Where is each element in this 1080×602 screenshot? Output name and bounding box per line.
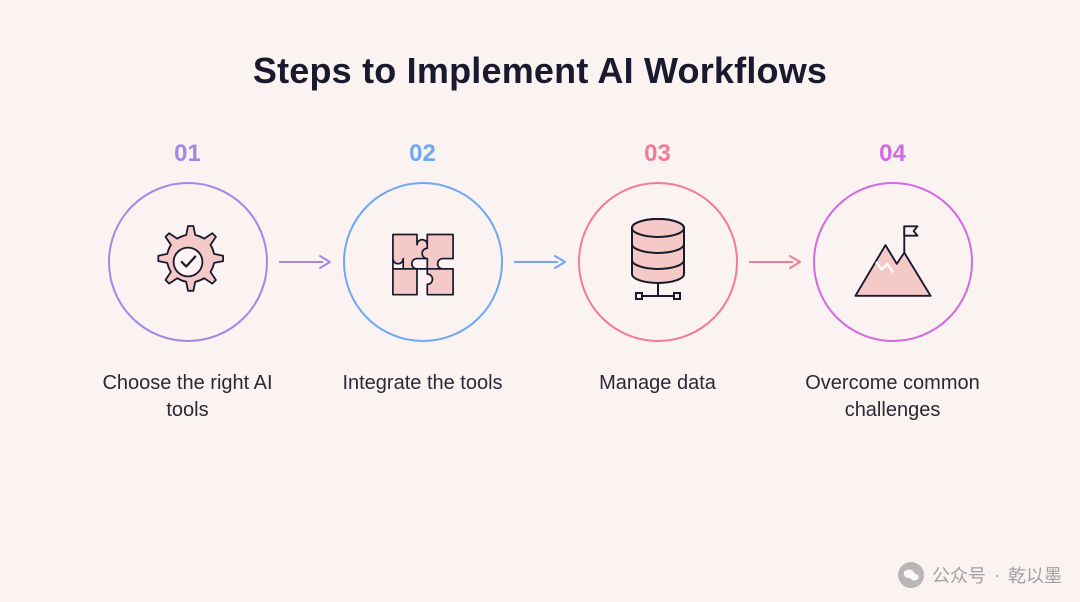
mountain-flag-icon	[846, 215, 940, 309]
watermark-name: 乾以墨	[1008, 562, 1062, 588]
step-number: 02	[409, 140, 436, 168]
wechat-icon	[898, 562, 924, 588]
step-number: 04	[879, 140, 906, 168]
watermark-sep: ·	[994, 565, 1000, 586]
puzzle-icon	[380, 219, 466, 305]
watermark-prefix: 公众号	[932, 562, 986, 588]
step-2: 02 Integrate the tools	[333, 140, 513, 397]
step-4: 04 Overcome common challenges	[803, 140, 983, 424]
step-circle	[108, 182, 268, 342]
step-circle	[578, 182, 738, 342]
step-3: 03	[568, 140, 748, 397]
step-number: 01	[174, 140, 201, 168]
step-number: 03	[644, 140, 671, 168]
step-label: Choose the right AI tools	[93, 370, 283, 424]
step-label: Integrate the tools	[328, 370, 518, 397]
watermark: 公众号 · 乾以墨	[898, 562, 1062, 588]
step-label: Overcome common challenges	[798, 370, 988, 424]
step-circle	[343, 182, 503, 342]
step-label: Manage data	[563, 370, 753, 397]
arrow-icon	[278, 252, 333, 272]
steps-row: 01 Choose the right AI tools 02	[0, 140, 1080, 424]
step-circle	[813, 182, 973, 342]
step-1: 01 Choose the right AI tools	[98, 140, 278, 424]
arrow-icon	[513, 252, 568, 272]
database-icon	[618, 212, 698, 312]
gear-check-icon	[143, 217, 233, 307]
arrow-icon	[748, 252, 803, 272]
page-title: Steps to Implement AI Workflows	[0, 0, 1080, 92]
